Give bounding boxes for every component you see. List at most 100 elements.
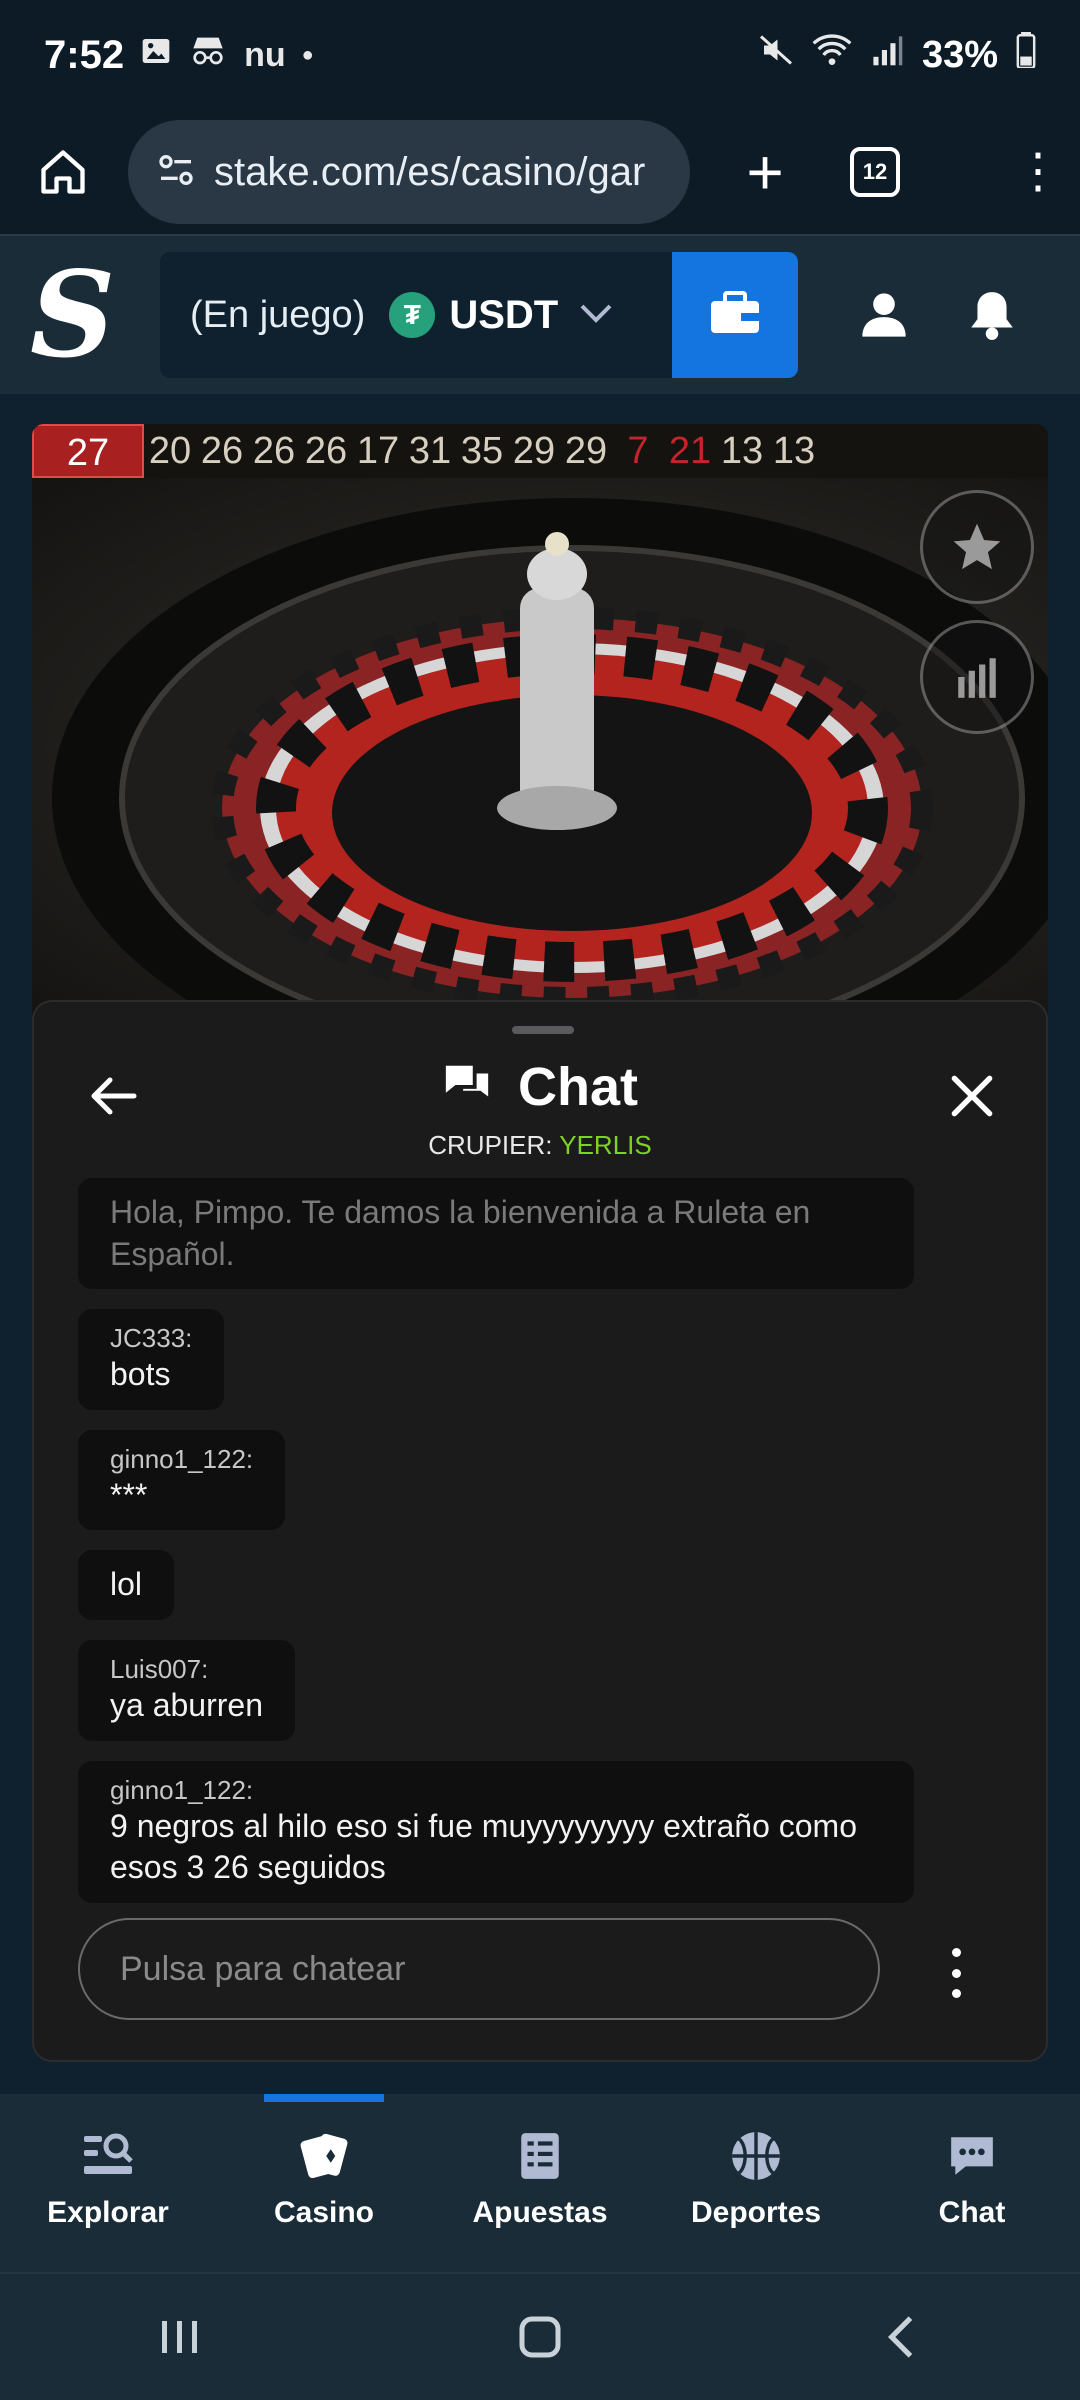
nav-casino[interactable]: Casino [216,2094,432,2272]
chat-header: Chat [34,1056,1046,1118]
status-time: 7:52 [44,32,125,77]
notification-dot-icon: ● [301,43,314,66]
browser-toolbar: stake.com/es/casino/gar + 12 ⋮ [0,110,1080,236]
status-bar: 7:52 nu ● 33% [0,0,1080,110]
carrier-label: nu [244,35,286,74]
incognito-icon [188,35,228,76]
stats-icon [958,658,996,698]
result-number: 31 [408,429,452,472]
gallery-icon [140,35,172,76]
message-text: lol [110,1566,143,1603]
chat-message: ginno1_122: 9 negros al hilo eso si fue m… [78,1760,914,1903]
explore-icon [80,2128,136,2184]
home-icon[interactable] [30,139,96,205]
star-icon [953,523,1001,570]
result-number: 13 [772,429,816,472]
home-button-icon[interactable] [500,2297,580,2377]
chat-icon [944,2128,1000,2184]
wallet-icon [709,290,761,340]
address-bar[interactable]: stake.com/es/casino/gar [128,120,690,224]
statistics-button[interactable] [920,620,1034,734]
site-settings-icon[interactable] [156,150,196,195]
battery-percent: 33% [921,33,998,76]
result-number: 26 [200,429,244,472]
signal-icon [870,33,904,77]
back-icon[interactable] [860,2297,940,2377]
browser-menu-icon[interactable]: ⋮ [1014,148,1062,196]
new-tab-icon[interactable]: + [730,135,800,209]
result-number: 29 [564,429,608,472]
result-number: 13 [720,429,764,472]
message-text: *** [110,1476,148,1513]
wallet-currency: USDT [449,292,559,337]
chat-title: Chat [518,1057,638,1117]
chat-message: Hola, Pimpo. Te damos la bienvenida a Ru… [78,1178,914,1290]
result-number: 26 [252,429,296,472]
chat-panel: Chat CRUPIER: YERLIS Hola, Pimpo. Te dam… [32,1000,1048,2062]
tab-switcher-button[interactable]: 12 [850,147,900,197]
chat-message: ginno1_122: *** [78,1429,286,1531]
roulette-wheel-video [32,478,1048,1024]
nav-label-casino: Casino [273,2196,375,2229]
dealer-info: CRUPIER: YERLIS [34,1130,1046,1161]
result-number: 17 [356,429,400,472]
battery-icon [1016,32,1036,78]
nav-deportes[interactable]: Deportes [648,2094,864,2272]
recent-apps-icon[interactable] [140,2297,220,2377]
message-username[interactable]: Luis007: [110,1654,263,1685]
message-text: ya aburren [110,1686,263,1723]
message-username[interactable]: ginno1_122: [110,1775,882,1806]
chat-message: JC333: bots [78,1309,225,1410]
result-number: 20 [148,429,192,472]
chat-message: lol [78,1550,175,1620]
chat-more-icon[interactable] [946,1948,966,1998]
chat-input[interactable]: Pulsa para chatear [78,1918,880,2020]
nav-label-explorar: Explorar [47,2196,169,2229]
site-header: S (En juego) ₮ USDT [0,236,1080,394]
close-icon[interactable] [942,1066,1002,1126]
bottom-navigation: Explorar Casino Apuestas Deportes Chat [0,2094,1080,2272]
chat-message: Luis007: ya aburren [78,1639,295,1741]
chat-messages: Hola, Pimpo. Te damos la bienvenida a Ru… [78,1178,958,1923]
bell-icon[interactable] [962,285,1022,345]
cards-icon [296,2128,352,2184]
mute-icon [758,32,794,78]
nav-label-deportes: Deportes [690,2196,822,2229]
favorite-button[interactable] [920,490,1034,604]
wallet-status: (En juego) [190,293,366,336]
currency-dropdown[interactable]: (En juego) ₮ USDT [160,252,672,378]
chat-bubbles-icon [442,1061,492,1114]
latest-result: 27 [32,424,144,478]
result-number: 26 [304,429,348,472]
chevron-down-icon [580,298,612,332]
result-number: 21 [668,429,712,472]
nav-label-chat: Chat [938,2196,1006,2229]
betslip-icon [512,2128,568,2184]
result-number: 35 [460,429,504,472]
result-number: 29 [512,429,556,472]
nav-explorar[interactable]: Explorar [0,2094,216,2272]
dealer-name: YERLIS [559,1130,652,1160]
message-text: 9 negros al hilo eso si fue muyyyyyyyy e… [110,1807,857,1886]
result-number: 7 [627,429,649,472]
user-icon[interactable] [854,285,914,345]
nav-apuestas[interactable]: Apuestas [432,2094,648,2272]
message-username[interactable]: ginno1_122: [110,1444,253,1475]
wallet-selector[interactable]: (En juego) ₮ USDT [160,252,798,378]
dealer-label: CRUPIER: [428,1130,553,1160]
message-text: bots [110,1356,171,1393]
recent-results-strip: 27 20 26 26 26 17 31 35 29 29 7 21 13 13 [32,424,1048,478]
message-username[interactable]: JC333: [110,1323,192,1354]
message-text: Hola, Pimpo. Te damos la bienvenida a Ru… [110,1194,811,1272]
roulette-stream[interactable]: 27 20 26 26 26 17 31 35 29 29 7 21 13 13 [32,424,1048,1024]
stake-logo[interactable]: S [30,256,130,374]
system-navigation-bar [0,2272,1080,2400]
roulette-wheel-image [52,498,1048,1024]
url-text: stake.com/es/casino/gar [214,149,646,194]
tether-icon: ₮ [389,292,436,338]
nav-chat[interactable]: Chat [864,2094,1080,2272]
basketball-icon [728,2128,784,2184]
wallet-button[interactable] [672,252,798,378]
nav-label-apuestas: Apuestas [472,2196,608,2229]
drag-handle[interactable] [512,1026,574,1034]
